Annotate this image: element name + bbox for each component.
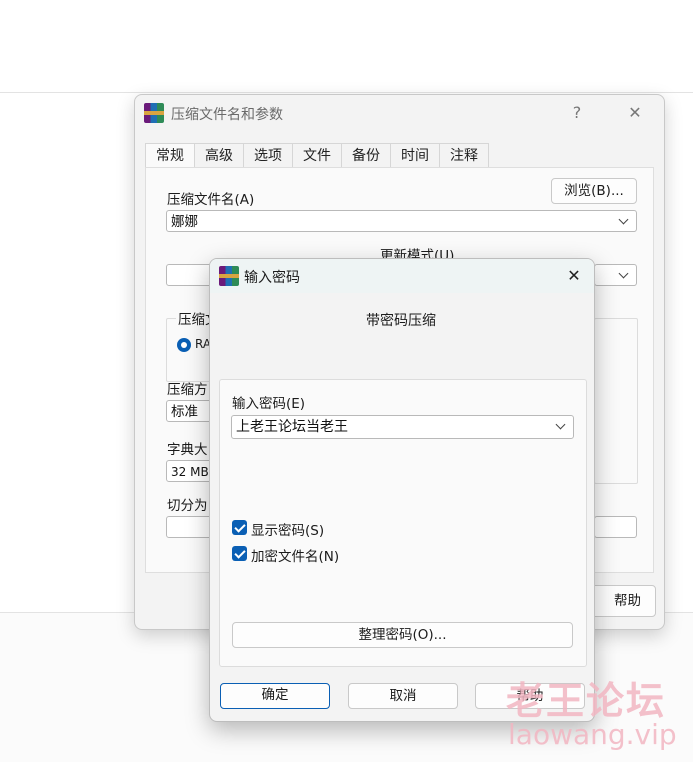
show-password-checkbox[interactable] — [232, 520, 247, 535]
winrar-app-icon — [219, 266, 239, 286]
tab-backup[interactable]: 备份 — [341, 143, 391, 168]
winrar-app-icon — [144, 103, 164, 123]
update-mode-combobox-left[interactable] — [166, 264, 214, 286]
main-dialog-title: 压缩文件名和参数 — [171, 107, 283, 123]
split-volumes-combobox-left[interactable] — [166, 516, 214, 538]
tab-comment[interactable]: 注释 — [439, 143, 489, 168]
enter-password-dialog: 输入密码 ✕ 带密码压缩 输入密码(E) 上老王论坛当老王 显示密码(S) 加密… — [209, 258, 595, 722]
dictionary-size-label: 字典大 — [167, 442, 208, 458]
split-volumes-combobox-right[interactable] — [594, 516, 637, 538]
password-value: 上老王论坛当老王 — [236, 419, 348, 435]
watermark-logo-text: 老王论坛 — [506, 679, 667, 723]
compression-method-label: 压缩方 — [167, 382, 208, 398]
main-help-button-label: 帮助 — [614, 593, 641, 609]
compression-method-combobox[interactable]: 标准 — [166, 400, 214, 422]
password-titlebar: 输入密码 ✕ — [210, 259, 594, 293]
tab-files[interactable]: 文件 — [292, 143, 342, 168]
password-dialog-title: 输入密码 — [244, 270, 300, 286]
password-combobox[interactable]: 上老王论坛当老王 — [231, 415, 574, 439]
background-divider-top — [0, 92, 693, 93]
organize-passwords-button[interactable]: 整理密码(O)... — [232, 622, 573, 648]
split-volumes-label: 切分为 — [167, 498, 208, 514]
dictionary-size-combobox[interactable]: 32 MB — [166, 460, 214, 482]
close-icon[interactable]: ✕ — [621, 101, 649, 125]
tab-options[interactable]: 选项 — [243, 143, 293, 168]
archive-name-value: 娜娜 — [171, 214, 198, 230]
rar-format-radio[interactable] — [177, 338, 191, 352]
tab-advanced[interactable]: 高级 — [194, 143, 244, 168]
tab-time[interactable]: 时间 — [390, 143, 440, 168]
compression-method-value: 标准 — [171, 404, 198, 420]
show-password-label[interactable]: 显示密码(S) — [251, 519, 324, 539]
watermark-url-text: laowang.vip — [508, 718, 677, 751]
archive-name-label: 压缩文件名(A) — [167, 192, 255, 208]
enter-password-label: 输入密码(E) — [232, 396, 306, 412]
archive-options-group — [594, 318, 638, 484]
ok-button[interactable]: 确定 — [220, 683, 330, 709]
password-panel: 输入密码(E) 上老王论坛当老王 显示密码(S) 加密文件名(N) 整理密码(O… — [219, 379, 587, 667]
encrypt-file-names-checkbox[interactable] — [232, 546, 247, 561]
cancel-button[interactable]: 取消 — [348, 683, 458, 709]
tab-general[interactable]: 常规 — [145, 143, 195, 169]
chevron-down-icon — [618, 265, 630, 287]
close-icon[interactable]: ✕ — [560, 264, 588, 288]
chevron-down-icon — [618, 211, 630, 233]
password-dialog-heading: 带密码压缩 — [366, 313, 436, 329]
dictionary-size-value: 32 MB — [171, 465, 209, 479]
browse-button[interactable]: 浏览(B)... — [551, 178, 637, 204]
help-icon[interactable]: ? — [563, 101, 591, 125]
archive-name-combobox[interactable]: 娜娜 — [166, 210, 637, 232]
main-tabs: 常规 高级 选项 文件 备份 时间 注释 — [145, 143, 489, 169]
chevron-down-icon — [555, 416, 567, 438]
update-mode-combobox-right[interactable] — [594, 264, 637, 286]
encrypt-file-names-label[interactable]: 加密文件名(N) — [251, 545, 339, 565]
main-titlebar: 压缩文件名和参数 ? ✕ — [135, 95, 664, 131]
